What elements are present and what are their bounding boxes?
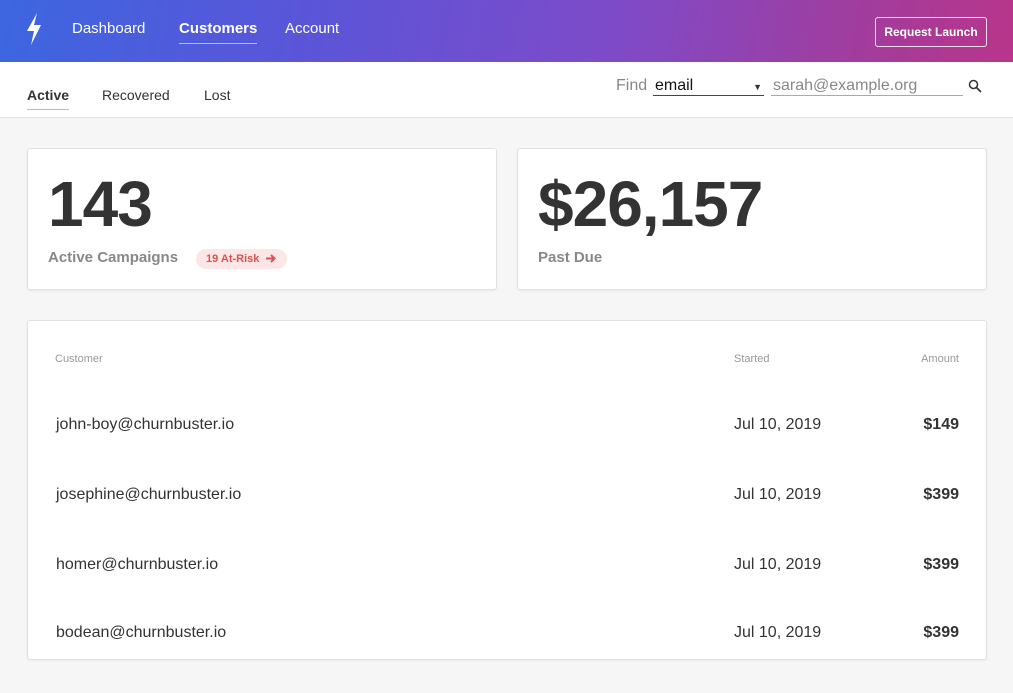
at-risk-badge[interactable]: 19 At-Risk xyxy=(196,249,288,269)
amount-value: $399 xyxy=(923,486,959,503)
column-header-customer[interactable]: Customer xyxy=(55,353,103,365)
tab-active[interactable]: Active xyxy=(27,87,70,110)
caret-down-icon: ▼ xyxy=(753,82,762,92)
customer-email: bodean@churnbuster.io xyxy=(56,624,227,641)
customer-email: homer@churnbuster.io xyxy=(56,556,219,573)
active-campaigns-card: 143 Active Campaigns 19 At-Risk xyxy=(27,148,497,290)
nav-dashboard[interactable]: Dashboard xyxy=(72,20,145,38)
amount-value: $149 xyxy=(923,416,959,433)
find-field-select[interactable]: email ▼ xyxy=(653,76,764,96)
sub-navigation-bar: Active Recovered Lost Find email ▼ xyxy=(0,62,1013,118)
past-due-amount: $26,157 xyxy=(538,168,763,240)
started-date: Jul 10, 2019 xyxy=(734,416,822,433)
started-date: Jul 10, 2019 xyxy=(734,556,822,573)
tab-recovered[interactable]: Recovered xyxy=(102,87,170,104)
arrow-right-icon xyxy=(266,254,277,263)
past-due-card: $26,157 Past Due xyxy=(517,148,987,290)
nav-account[interactable]: Account xyxy=(285,20,339,38)
customer-email: josephine@churnbuster.io xyxy=(56,486,242,503)
table-row[interactable]: josephine@churnbuster.io Jul 10, 2019 $3… xyxy=(28,485,986,555)
search-icon[interactable] xyxy=(968,79,982,93)
request-launch-button[interactable]: Request Launch xyxy=(875,17,987,47)
past-due-label: Past Due xyxy=(538,249,603,266)
started-date: Jul 10, 2019 xyxy=(734,486,822,503)
customers-table: Customer Started Amount john-boy@churnbu… xyxy=(27,320,987,660)
find-label: Find xyxy=(616,77,648,94)
find-field-value: email xyxy=(655,77,694,94)
column-header-started[interactable]: Started xyxy=(734,353,769,365)
lightning-bolt-icon[interactable] xyxy=(24,13,44,45)
nav-customers[interactable]: Customers xyxy=(179,20,258,44)
search-input[interactable] xyxy=(771,76,963,96)
table-row[interactable]: homer@churnbuster.io Jul 10, 2019 $399 xyxy=(28,555,986,625)
customer-email: john-boy@churnbuster.io xyxy=(56,416,235,433)
top-navigation-bar: Dashboard Customers Account Request Laun… xyxy=(0,0,1013,62)
table-row[interactable]: bodean@churnbuster.io Jul 10, 2019 $399 xyxy=(28,623,986,693)
at-risk-badge-label: 19 At-Risk xyxy=(206,253,260,265)
table-row[interactable]: john-boy@churnbuster.io Jul 10, 2019 $14… xyxy=(28,415,986,485)
started-date: Jul 10, 2019 xyxy=(734,624,822,641)
column-header-amount[interactable]: Amount xyxy=(921,353,959,365)
active-campaigns-count: 143 xyxy=(48,168,153,240)
amount-value: $399 xyxy=(923,556,959,573)
active-campaigns-label: Active Campaigns xyxy=(48,249,179,266)
tab-lost[interactable]: Lost xyxy=(204,87,230,104)
amount-value: $399 xyxy=(923,624,959,641)
